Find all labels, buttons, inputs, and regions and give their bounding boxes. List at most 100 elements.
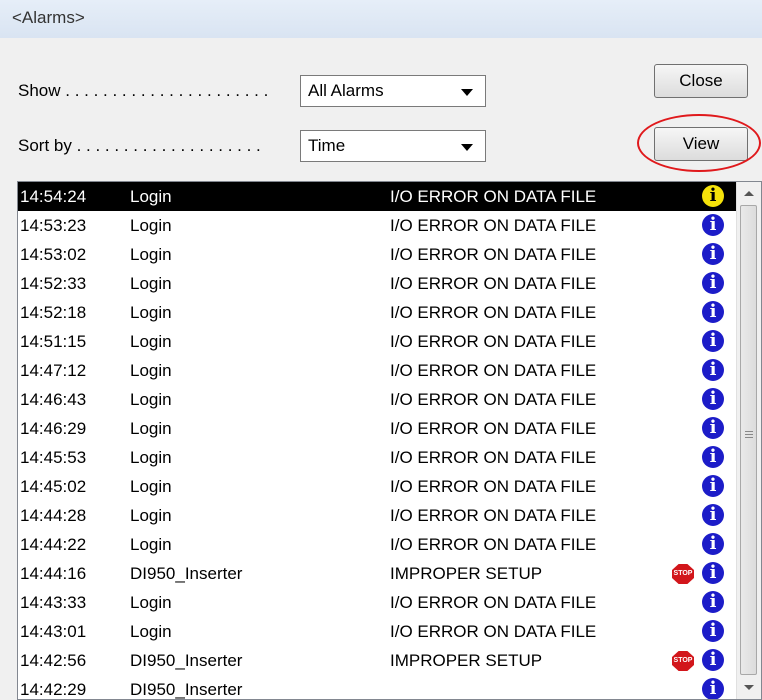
info-icon: i [702,243,724,265]
scrollbar-thumb[interactable] [740,205,757,675]
alarm-time: 14:54:24 [20,187,87,206]
alarm-message: I/O ERROR ON DATA FILE [390,622,597,641]
alarm-source: Login [130,419,172,438]
alarm-row[interactable]: 14:53:02 Login I/O ERROR ON DATA FILE i [18,240,736,269]
alarm-row[interactable]: 14:44:28 Login I/O ERROR ON DATA FILE i [18,501,736,530]
alarm-row[interactable]: 14:52:18 Login I/O ERROR ON DATA FILE i [18,298,736,327]
vertical-scrollbar[interactable] [736,182,761,699]
alarm-time: 14:44:16 [20,564,87,583]
alarm-time: 14:53:02 [20,245,87,264]
alarm-row[interactable]: 14:42:29 DI950_Inserter i [18,675,736,699]
info-icon: i [702,678,724,699]
alarm-message: I/O ERROR ON DATA FILE [390,361,597,380]
alarm-time: 14:47:12 [20,361,87,380]
info-icon: i [702,649,724,671]
show-label: Show . . . . . . . . . . . . . . . . . .… [18,81,269,100]
scroll-down-arrow-icon[interactable] [737,677,761,699]
info-icon: i [702,359,724,381]
alarm-source: Login [130,245,172,264]
scroll-up-arrow-icon[interactable] [737,182,761,204]
alarm-message: I/O ERROR ON DATA FILE [390,477,597,496]
alarm-time: 14:43:33 [20,593,87,612]
alarm-source: Login [130,361,172,380]
alarm-message: I/O ERROR ON DATA FILE [390,535,597,554]
alarm-row[interactable]: 14:43:33 Login I/O ERROR ON DATA FILE i [18,588,736,617]
alarm-row[interactable]: 14:46:29 Login I/O ERROR ON DATA FILE i [18,414,736,443]
info-icon: i [702,214,724,236]
alarm-source: Login [130,216,172,235]
alarm-source: Login [130,506,172,525]
sort-label: Sort by . . . . . . . . . . . . . . . . … [18,136,261,155]
alarm-source: Login [130,448,172,467]
alarm-time: 14:53:23 [20,216,87,235]
info-icon: i [702,591,724,613]
grip-icon [745,431,753,440]
alarm-source: Login [130,477,172,496]
alarm-row[interactable]: 14:44:22 Login I/O ERROR ON DATA FILE i [18,530,736,559]
alarm-message: I/O ERROR ON DATA FILE [390,245,597,264]
alarm-source: Login [130,274,172,293]
alarm-source: Login [130,593,172,612]
alarm-time: 14:44:28 [20,506,87,525]
alarm-row[interactable]: 14:45:53 Login I/O ERROR ON DATA FILE i [18,443,736,472]
alarm-source: Login [130,187,172,206]
alarm-row[interactable]: 14:44:16 DI950_Inserter IMPROPER SETUP STOP… [18,559,736,588]
close-button[interactable]: Close [654,64,748,98]
chevron-down-icon [461,89,473,96]
chevron-down-icon [461,144,473,151]
alarm-list[interactable]: 14:54:24 Login I/O ERROR ON DATA FILE i 14:5… [17,181,762,700]
alarm-row[interactable]: 14:52:33 Login I/O ERROR ON DATA FILE i [18,269,736,298]
info-icon: i [702,504,724,526]
alarm-time: 14:44:22 [20,535,87,554]
alarm-source: DI950_Inserter [130,680,243,699]
alarm-message: I/O ERROR ON DATA FILE [390,448,597,467]
show-select-value: All Alarms [308,81,384,100]
alarm-rows: 14:54:24 Login I/O ERROR ON DATA FILE i 14:5… [18,182,736,699]
alarm-source: Login [130,535,172,554]
sort-select-value: Time [308,136,346,155]
info-icon: i [702,620,724,642]
alarm-source: DI950_Inserter [130,564,243,583]
alarm-time: 14:52:18 [20,303,87,322]
alarm-time: 14:52:33 [20,274,87,293]
info-icon: i [702,388,724,410]
alarm-message: I/O ERROR ON DATA FILE [390,506,597,525]
alarm-message: I/O ERROR ON DATA FILE [390,303,597,322]
alarm-time: 14:42:29 [20,680,87,699]
stop-sign-icon: STOP [672,651,694,671]
alarm-message: I/O ERROR ON DATA FILE [390,332,597,351]
alarm-source: DI950_Inserter [130,651,243,670]
alarm-time: 14:42:56 [20,651,87,670]
sort-select[interactable]: Time [300,130,486,162]
alarm-time: 14:45:02 [20,477,87,496]
highlight-circle [637,114,761,172]
alarm-row[interactable]: 14:51:15 Login I/O ERROR ON DATA FILE i [18,327,736,356]
alarm-row[interactable]: 14:53:23 Login I/O ERROR ON DATA FILE i [18,211,736,240]
alarm-message: IMPROPER SETUP [390,651,543,670]
window-title: <Alarms> [0,0,762,38]
info-icon: i [702,272,724,294]
alarm-row[interactable]: 14:46:43 Login I/O ERROR ON DATA FILE i [18,385,736,414]
alarm-row[interactable]: 14:47:12 Login I/O ERROR ON DATA FILE i [18,356,736,385]
alarm-row[interactable]: 14:42:56 DI950_Inserter IMPROPER SETUP STOP… [18,646,736,675]
stop-sign-icon: STOP [672,564,694,584]
alarm-row[interactable]: 14:45:02 Login I/O ERROR ON DATA FILE i [18,472,736,501]
alarm-time: 14:43:01 [20,622,87,641]
info-icon: i [702,185,724,207]
alarm-message: I/O ERROR ON DATA FILE [390,593,597,612]
show-select[interactable]: All Alarms [300,75,486,107]
info-icon: i [702,417,724,439]
alarm-time: 14:46:43 [20,390,87,409]
alarm-time: 14:51:15 [20,332,87,351]
info-icon: i [702,446,724,468]
info-icon: i [702,475,724,497]
alarm-time: 14:46:29 [20,419,87,438]
alarm-message: I/O ERROR ON DATA FILE [390,187,597,206]
alarm-source: Login [130,303,172,322]
alarm-source: Login [130,390,172,409]
alarm-source: Login [130,622,172,641]
alarm-row[interactable]: 14:54:24 Login I/O ERROR ON DATA FILE i [18,182,736,211]
alarm-time: 14:45:53 [20,448,87,467]
alarm-row[interactable]: 14:43:01 Login I/O ERROR ON DATA FILE i [18,617,736,646]
info-icon: i [702,301,724,323]
